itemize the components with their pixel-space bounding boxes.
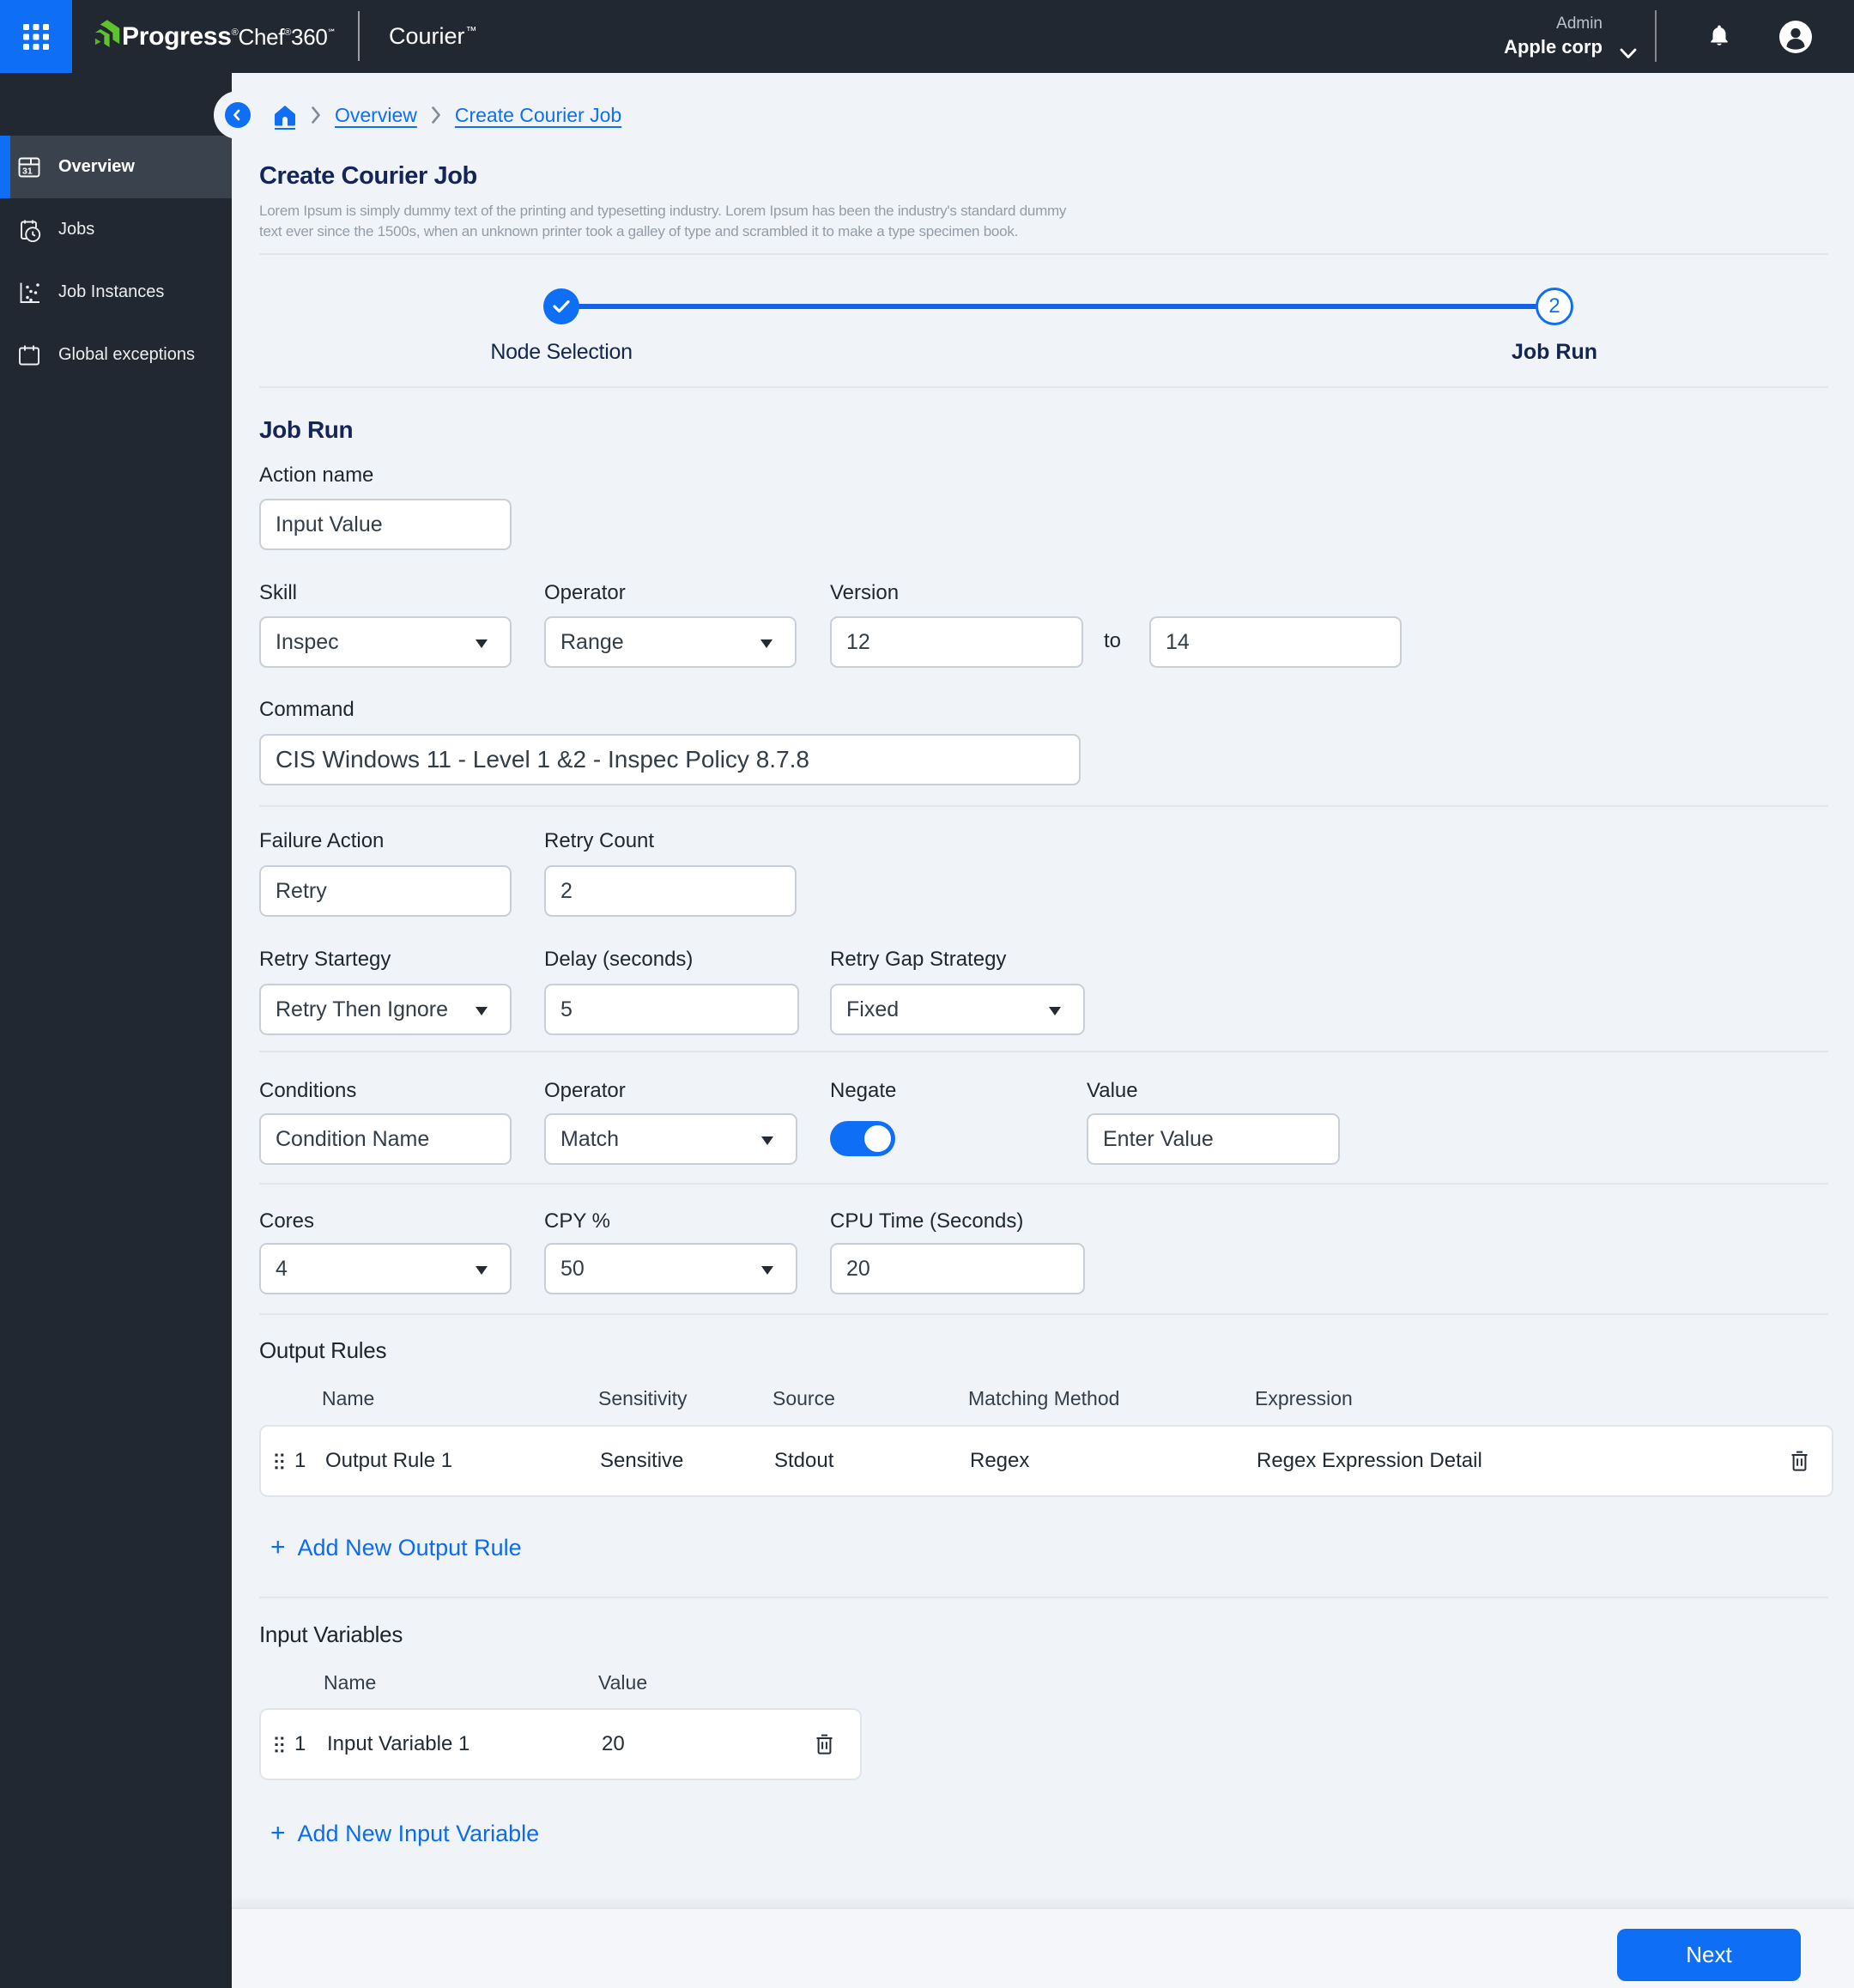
svg-text:31: 31 [22,166,33,176]
